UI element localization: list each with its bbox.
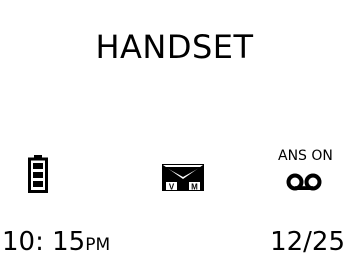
battery-full-icon: [28, 155, 48, 193]
voicemail-envelope-icon: V M: [162, 164, 204, 191]
clock-time: 10: 15PM: [2, 224, 110, 262]
voicemail-letter-m: M: [191, 182, 198, 191]
screen-title: HANDSET: [95, 28, 254, 66]
cassette-tape-icon: [286, 173, 322, 191]
clock-ampm: PM: [85, 235, 111, 255]
answering-machine-status-label: ANS ON: [278, 148, 333, 164]
handset-display: HANDSET V M ANS ON 10: 15PM 12/25: [0, 0, 349, 262]
date-display: 12/25: [270, 227, 345, 257]
clock-digits: 10: 15: [2, 227, 86, 257]
voicemail-letter-v: V: [169, 182, 175, 191]
